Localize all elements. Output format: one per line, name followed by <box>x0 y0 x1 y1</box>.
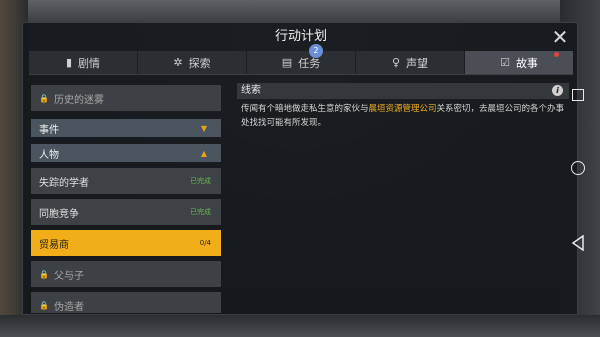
list-item-label: 父与子 <box>53 270 84 282</box>
list-item[interactable]: 失踪的学者 已完成 <box>31 168 221 194</box>
info-icon[interactable]: i <box>552 85 563 96</box>
dialog-title: 行动计划 <box>274 29 327 44</box>
status-completed: 已完成 <box>190 208 211 216</box>
recent-apps-button[interactable] <box>570 87 586 103</box>
close-icon: ✕ <box>551 25 569 49</box>
action-plan-dialog: 行动计划 ✕ ▮ 剧情 ✲ 探索 2 ▤ 任务 ♀ 声望 ☑ 故事 🔒 历史的迷… <box>22 22 578 315</box>
square-icon <box>572 89 584 101</box>
back-triangle-icon <box>571 235 584 251</box>
tab-label: 探索 <box>188 56 211 70</box>
lock-icon: 🔒 <box>39 269 49 279</box>
tab-label: 剧情 <box>78 56 101 70</box>
list-item-locked[interactable]: 🔒 父与子 <box>31 261 221 287</box>
task-icon: ▤ <box>281 56 293 69</box>
clue-text: 传闻有个暗地做走私生意的家伙与晨垣资源管理公司关系密切，去晨垣公司的各个办事处找… <box>241 102 565 130</box>
task-count-badge: 2 <box>309 44 323 58</box>
notification-dot <box>554 52 559 57</box>
tab-bar: ▮ 剧情 ✲ 探索 2 ▤ 任务 ♀ 声望 ☑ 故事 <box>29 44 573 75</box>
back-button[interactable] <box>570 235 586 251</box>
lock-icon: 🔒 <box>39 300 49 310</box>
clue-highlight: 晨垣资源管理公司 <box>368 104 437 114</box>
category-people[interactable]: 人物 ▲ <box>31 144 221 162</box>
list-item-locked[interactable]: 🔒 历史的迷雾 <box>31 85 221 111</box>
list-item-label: 同胞竞争 <box>39 208 79 220</box>
list-item[interactable]: 同胞竞争 已完成 <box>31 199 221 225</box>
lock-icon: 🔒 <box>39 93 49 103</box>
list-item-locked[interactable]: 🔒 伪造者 <box>31 292 221 313</box>
reputation-icon: ♀ <box>391 56 401 69</box>
tab-explore[interactable]: ✲ 探索 <box>138 51 247 74</box>
list-item-label: 伪造者 <box>53 301 84 313</box>
chevron-down-icon: ▼ <box>200 123 207 133</box>
circle-icon <box>571 161 585 175</box>
clue-text-part: 传闻有个暗地做走私生意的家伙与 <box>241 104 369 114</box>
book-icon: ▮ <box>65 56 73 69</box>
progress-count: 0/4 <box>199 239 211 247</box>
tab-story-plot[interactable]: ▮ 剧情 <box>29 51 138 74</box>
tab-story[interactable]: ☑ 故事 <box>465 51 573 74</box>
background-structure-top <box>0 0 600 22</box>
list-item-label: 贸易商 <box>39 239 69 251</box>
clue-header: 线索 i <box>237 83 569 99</box>
story-icon: ☑ <box>500 56 510 69</box>
tab-label: 故事 <box>515 56 538 70</box>
clue-panel: 线索 i 传闻有个暗地做走私生意的家伙与晨垣资源管理公司关系密切，去晨垣公司的各… <box>237 83 569 313</box>
status-completed: 已完成 <box>190 177 211 185</box>
compass-icon: ✲ <box>173 56 183 69</box>
list-item-label: 失踪的学者 <box>39 177 89 189</box>
tab-reputation[interactable]: ♀ 声望 <box>356 51 465 74</box>
category-label: 人物 <box>39 149 59 161</box>
clue-header-label: 线索 <box>241 85 261 96</box>
list-item-label: 历史的迷雾 <box>53 94 104 106</box>
list-item-selected[interactable]: 贸易商 0/4 <box>31 230 221 256</box>
close-button[interactable]: ✕ <box>549 27 571 49</box>
category-label: 事件 <box>39 124 59 136</box>
background-structure-bottom <box>0 315 600 337</box>
story-list: 🔒 历史的迷雾 事件 ▼ 人物 ▲ 失踪的学者 已完成 同胞竞争 已完成 贸易商… <box>31 83 221 313</box>
category-events[interactable]: 事件 ▼ <box>31 119 221 137</box>
chevron-up-icon: ▲ <box>200 148 207 158</box>
tab-label: 声望 <box>406 56 429 70</box>
home-button[interactable] <box>570 160 586 176</box>
tab-tasks[interactable]: 2 ▤ 任务 <box>247 44 356 74</box>
